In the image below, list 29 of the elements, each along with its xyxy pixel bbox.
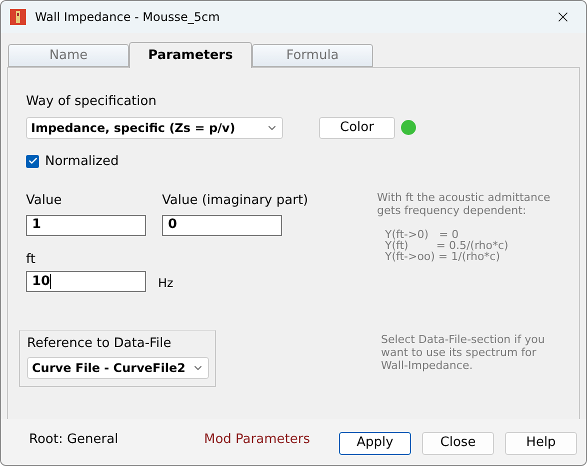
data-file-note: Select Data-File-section if you want to use its spectrum for Wall-Impedance. bbox=[381, 333, 546, 374]
formula-line: Y(ft->oo) = 1/(rho*c) bbox=[385, 251, 500, 262]
ft-field[interactable]: 10 bbox=[26, 271, 146, 292]
formula-line: Y(ft) = 0.5/(rho*c) bbox=[385, 240, 510, 251]
app-icon bbox=[10, 9, 26, 25]
checkbox-label: Normalized bbox=[45, 152, 119, 170]
value-field[interactable]: 1 bbox=[26, 214, 146, 236]
field-label: Way of specification bbox=[26, 93, 158, 111]
window-title: Wall Impedance - Mousse_5cm bbox=[35, 9, 221, 26]
dialog-button[interactable]: Close bbox=[422, 432, 494, 454]
dialog-button[interactable]: Apply bbox=[339, 432, 411, 454]
tab[interactable]: Name bbox=[8, 44, 129, 67]
field-label: Value (imaginary part) bbox=[162, 192, 308, 210]
formula-line: Y(ft->0) = 0 bbox=[385, 229, 459, 240]
field-label: ft bbox=[26, 250, 36, 268]
checkbox[interactable] bbox=[26, 154, 39, 168]
data-file-dropdown[interactable]: Curve File - CurveFile2 bbox=[27, 356, 209, 378]
unit-label: Hz bbox=[158, 275, 174, 292]
dialog-button[interactable]: Help bbox=[505, 432, 577, 454]
field-label: Value bbox=[26, 192, 63, 210]
mode-label: Mod Parameters bbox=[204, 431, 311, 450]
tab[interactable]: Formula bbox=[252, 44, 373, 67]
specification-dropdown[interactable]: Impedance, specific (Zs = p/v) bbox=[26, 116, 283, 138]
root-label: Root: General bbox=[29, 431, 120, 450]
group-title: Reference to Data-File bbox=[27, 335, 172, 353]
color-button[interactable]: Color bbox=[319, 116, 395, 138]
admittance-note: With ft the acoustic admittance gets frequency dependent: bbox=[377, 191, 552, 217]
imaginary-value-field[interactable]: 0 bbox=[162, 214, 282, 236]
tab[interactable]: Parameters bbox=[129, 42, 252, 68]
